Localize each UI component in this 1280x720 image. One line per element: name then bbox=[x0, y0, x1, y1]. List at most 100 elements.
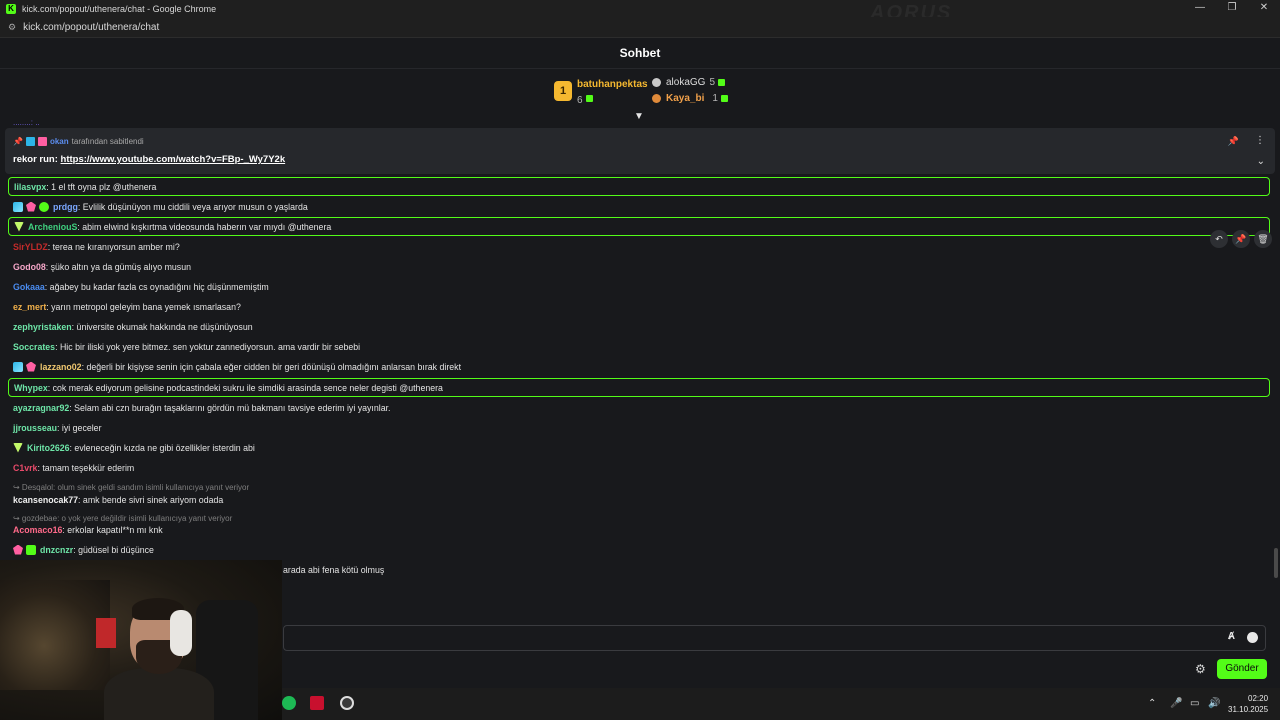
chat-message[interactable]: Soccrates: Hic bir iliski yok yere bitme… bbox=[8, 337, 1270, 356]
chat-username[interactable]: Kirito2626 bbox=[27, 443, 70, 453]
pinned-by-user[interactable]: okan bbox=[50, 137, 69, 146]
chat-message[interactable]: dnzcnzr: güdüsel bi düşünce bbox=[8, 540, 1270, 559]
og-badge-icon bbox=[13, 201, 23, 212]
gear-icon[interactable]: ⚙ bbox=[1195, 662, 1206, 676]
chat-username[interactable]: dnzcnzr bbox=[40, 545, 73, 555]
user-badges bbox=[13, 544, 36, 555]
chat-input[interactable] bbox=[292, 630, 1192, 646]
gem-icon bbox=[585, 95, 593, 103]
partial-message: arada abi fena kötü olmuş bbox=[283, 565, 385, 575]
chat-username[interactable]: Gokaaa bbox=[13, 282, 45, 292]
vip-badge-icon bbox=[14, 221, 24, 232]
og-badge-icon bbox=[13, 361, 23, 372]
chat-username[interactable]: SirYLDZ bbox=[13, 242, 48, 252]
chat-message[interactable]: Godo08: şüko altın ya da gümüş alıyo mus… bbox=[8, 257, 1270, 276]
chat-message[interactable]: prdgg: Evlilik düşünüyon mu ciddili veya… bbox=[8, 197, 1270, 216]
pin-icon[interactable]: 📌 bbox=[1232, 230, 1250, 248]
city-view-window bbox=[0, 580, 110, 690]
leaderboard-first-count: 6 bbox=[577, 95, 583, 106]
pin-icon[interactable]: 📌 bbox=[1228, 136, 1239, 147]
scrollbar-thumb[interactable] bbox=[1274, 548, 1278, 578]
app-icon[interactable] bbox=[310, 696, 324, 710]
address-bar[interactable]: ⚙ kick.com/popout/uthenera/chat bbox=[0, 17, 1280, 38]
pinned-link[interactable]: https://www.youtube.com/watch?v=FBp-_Wy7… bbox=[61, 154, 286, 165]
display-icon[interactable]: ▭ bbox=[1190, 698, 1199, 709]
chat-message[interactable]: SirYLDZ: terea ne kıranıyorsun amber mi? bbox=[8, 237, 1270, 256]
translate-icon[interactable]: Ⱥ bbox=[1228, 631, 1235, 642]
vip-badge-icon bbox=[13, 442, 23, 453]
restore-icon[interactable]: ❐ bbox=[1216, 0, 1248, 17]
chevron-down-icon[interactable]: ⌄ bbox=[1257, 156, 1265, 167]
chat-message-text: : tamam teşekkür ederim bbox=[37, 462, 135, 473]
site-info-icon[interactable]: ⚙ bbox=[8, 22, 16, 33]
chat-username[interactable]: zephyristaken bbox=[13, 322, 72, 332]
chat-message-text: : 1 el tft oyna plz @uthenera bbox=[46, 181, 157, 192]
chat-header: Sohbet bbox=[0, 38, 1280, 69]
obs-icon[interactable] bbox=[340, 696, 354, 710]
chat-message[interactable]: kcansenocak77: amk bende sivri sinek ari… bbox=[8, 490, 1270, 509]
expand-leaderboard-icon[interactable]: ▼ bbox=[634, 111, 644, 122]
chat-username[interactable]: prdgg bbox=[53, 202, 78, 212]
chat-username[interactable]: Acomaco16 bbox=[13, 525, 62, 535]
close-icon[interactable]: ✕ bbox=[1248, 0, 1280, 17]
chat-message[interactable]: lilasvpx: 1 el tft oyna plz @uthenera bbox=[8, 177, 1270, 196]
user-badges bbox=[13, 201, 49, 212]
undo-icon[interactable]: ↶ bbox=[1210, 230, 1228, 248]
chat-username[interactable]: ayazragnar92 bbox=[13, 403, 69, 413]
chat-username[interactable]: lilasvpx bbox=[14, 182, 46, 192]
leaderboard-second[interactable]: alokaGG 5 bbox=[652, 77, 726, 88]
chat-message[interactable]: ez_mert: yarın metropol geleyim bana yem… bbox=[8, 297, 1270, 316]
leaderboard-first[interactable]: 1 batuhanpektas 6 bbox=[554, 79, 648, 108]
chat-message[interactable]: ArcheniouS: abim elwind kışkırtma videos… bbox=[8, 217, 1270, 236]
webcam-overlay bbox=[0, 560, 282, 720]
gem-icon bbox=[720, 95, 728, 102]
og-badge-icon bbox=[25, 137, 35, 146]
chat-username[interactable]: jjrousseau bbox=[13, 423, 57, 433]
chat-message[interactable]: Kirito2626: evleneceğin kızda ne gibi öz… bbox=[8, 438, 1270, 457]
pinned-text: rekor run: https://www.youtube.com/watch… bbox=[13, 154, 285, 165]
chat-username[interactable]: Soccrates bbox=[13, 342, 55, 352]
chat-message[interactable]: zephyristaken: üniversite okumak hakkınd… bbox=[8, 317, 1270, 336]
minimize-icon[interactable]: — bbox=[1184, 0, 1216, 17]
window-titlebar: K kick.com/popout/uthenera/chat - Google… bbox=[0, 0, 1280, 24]
emote-icon[interactable] bbox=[1247, 632, 1258, 643]
send-button[interactable]: Gönder bbox=[1217, 659, 1267, 679]
chat-message-text: : yarın metropol geleyim bana yemek ısma… bbox=[46, 301, 241, 312]
chat-title: Sohbet bbox=[619, 46, 661, 60]
chat-message[interactable]: Whypex: cok merak ediyorum gelisine podc… bbox=[8, 378, 1270, 397]
chat-username[interactable]: ez_mert bbox=[13, 302, 46, 312]
chat-username[interactable]: C1vrk bbox=[13, 463, 37, 473]
spotify-icon[interactable] bbox=[282, 696, 296, 710]
user-badges bbox=[14, 221, 24, 232]
more-icon[interactable]: ⋮ bbox=[1255, 135, 1265, 146]
chat-username[interactable]: lazzano02 bbox=[40, 362, 82, 372]
chat-message-text: : Selam abi czn burağın taşaklarını görd… bbox=[69, 402, 391, 413]
pinned-message[interactable]: 📌 okan tarafından sabitlendi rekor run: … bbox=[5, 128, 1275, 174]
sub-badge-icon bbox=[13, 544, 23, 555]
window-controls: — ❐ ✕ bbox=[1184, 0, 1280, 17]
message-actions: ↶ 📌 🗑 bbox=[1210, 230, 1272, 248]
chat-message[interactable]: lazzano02: değerli bir kişiyse senin içi… bbox=[8, 357, 1270, 376]
user-badges bbox=[13, 361, 36, 372]
chat-username[interactable]: Godo08 bbox=[13, 262, 46, 272]
chat-username[interactable]: kcansenocak77 bbox=[13, 495, 78, 505]
chat-message[interactable]: Gokaaa: ağabey bu kadar fazla cs oynadığ… bbox=[8, 277, 1270, 296]
kick-favicon-icon: K bbox=[6, 3, 16, 14]
leaderboard-third[interactable]: Kaya_bi 1 bbox=[652, 93, 728, 104]
user-badges bbox=[13, 442, 23, 453]
chat-message[interactable]: jjrousseau: iyi geceler bbox=[8, 418, 1270, 437]
gift-leaderboard: 1 batuhanpektas 6 alokaGG 5 Kaya_bi 1 ▼ bbox=[0, 70, 1280, 122]
chat-username[interactable]: Whypex bbox=[14, 383, 48, 393]
gift-badge-icon bbox=[26, 544, 36, 555]
trash-icon[interactable]: 🗑 bbox=[1254, 230, 1272, 248]
pinned-prefix: rekor run: bbox=[13, 154, 58, 165]
chat-input-box[interactable]: Ⱥ bbox=[283, 625, 1266, 651]
url-text[interactable]: kick.com/popout/uthenera/chat bbox=[23, 22, 159, 33]
volume-icon[interactable]: 🔊 bbox=[1208, 698, 1220, 709]
microphone-icon[interactable]: 🎤 bbox=[1170, 698, 1182, 709]
system-clock[interactable]: 02:20 31.10.2025 bbox=[1228, 693, 1268, 715]
chat-message[interactable]: ayazragnar92: Selam abi czn burağın taşa… bbox=[8, 398, 1270, 417]
chat-username[interactable]: ArcheniouS bbox=[28, 222, 77, 232]
chat-message[interactable]: C1vrk: tamam teşekkür ederim bbox=[8, 458, 1270, 477]
tray-arrow-icon[interactable]: ⌃ bbox=[1148, 698, 1156, 709]
